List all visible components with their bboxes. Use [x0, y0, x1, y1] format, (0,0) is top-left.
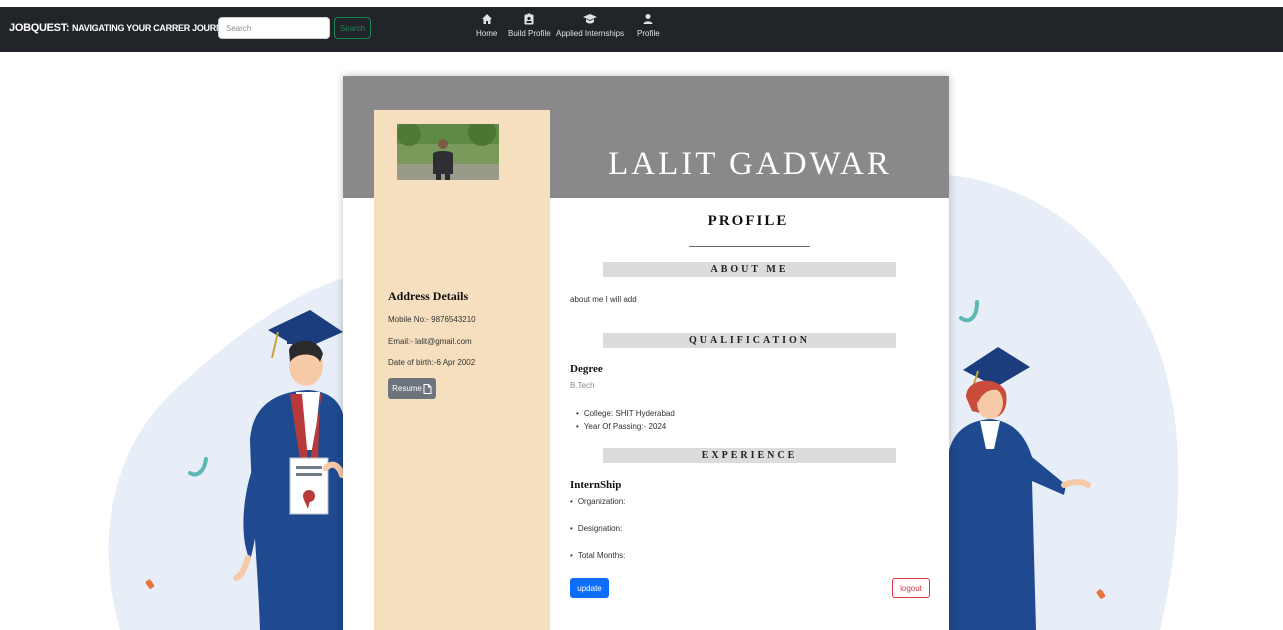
home-icon	[481, 14, 492, 24]
email-address: Email:- lalit@gmail.com	[388, 337, 472, 346]
qualification-heading: QUALIFICATION	[603, 333, 896, 348]
nav-home[interactable]: Home	[476, 13, 497, 38]
degree-value: B.Tech	[570, 381, 595, 390]
nav-profile[interactable]: Profile	[637, 13, 660, 38]
id-badge-icon	[524, 13, 534, 25]
search-button[interactable]: Search	[334, 17, 371, 39]
confetti-teal-left	[188, 457, 208, 477]
experience-heading: EXPERIENCE	[603, 448, 896, 463]
brand-subtitle: NAVIGATING YOUR CARRER JOURNEY	[72, 23, 234, 33]
confetti-orange-right	[1096, 589, 1106, 599]
update-button[interactable]: update	[570, 578, 609, 598]
resume-button[interactable]: Resume	[388, 378, 436, 399]
about-me-text: about me I will add	[570, 295, 637, 304]
user-icon	[643, 14, 653, 24]
confetti-teal-right	[959, 300, 979, 323]
nav-applied-internships-label: Applied Internships	[556, 29, 625, 38]
graduation-cap-icon	[583, 14, 598, 24]
candidate-name: LALIT GADWAR	[608, 146, 892, 182]
profile-heading: PROFILE	[707, 213, 789, 229]
address-details-heading: Address Details	[388, 289, 469, 303]
nav-home-label: Home	[476, 29, 498, 38]
designation-item: Designation:	[570, 524, 622, 533]
file-icon	[423, 383, 432, 394]
search-input[interactable]	[218, 17, 330, 39]
page: JOBQUEST: NAVIGATING YOUR CARRER JOURNEY…	[0, 0, 1283, 630]
college-item: College: SHIT Hyderabad	[576, 409, 675, 418]
nav-build-profile[interactable]: Build Profile	[508, 13, 551, 38]
top-navbar: JOBQUEST: NAVIGATING YOUR CARRER JOURNEY…	[0, 7, 1283, 52]
nav-profile-label: Profile	[637, 29, 660, 38]
graduate-man-illustration	[233, 310, 345, 630]
resume-sidebar: Address Details Mobile No:- 9876543210 E…	[374, 110, 550, 630]
graduate-woman-illustration	[948, 347, 1091, 630]
nav-applied-internships[interactable]: Applied Internships	[556, 13, 624, 38]
logout-button[interactable]: logout	[892, 578, 930, 598]
mobile-number: Mobile No:- 9876543210	[388, 315, 476, 324]
brand-title: JOBQUEST:	[9, 22, 70, 34]
profile-divider	[689, 246, 810, 247]
resume-button-label: Resume	[392, 384, 422, 393]
total-months-item: Total Months:	[570, 551, 626, 560]
profile-photo	[397, 124, 499, 180]
internship-title: InternShip	[570, 479, 622, 491]
confetti-orange-left	[145, 579, 155, 589]
resume-main: PROFILE ABOUT ME about me I will add QUA…	[570, 198, 949, 630]
nav-build-profile-label: Build Profile	[508, 29, 551, 38]
degree-title: Degree	[570, 363, 603, 375]
brand-logo[interactable]: JOBQUEST: NAVIGATING YOUR CARRER JOURNEY	[9, 22, 234, 34]
about-me-heading: ABOUT ME	[603, 262, 896, 277]
resume-card: Address Details Mobile No:- 9876543210 E…	[343, 76, 949, 630]
organization-item: Organization:	[570, 497, 626, 506]
date-of-birth: Date of birth:-6 Apr 2002	[388, 358, 476, 367]
year-of-passing-item: Year Of Passing:- 2024	[576, 422, 666, 431]
